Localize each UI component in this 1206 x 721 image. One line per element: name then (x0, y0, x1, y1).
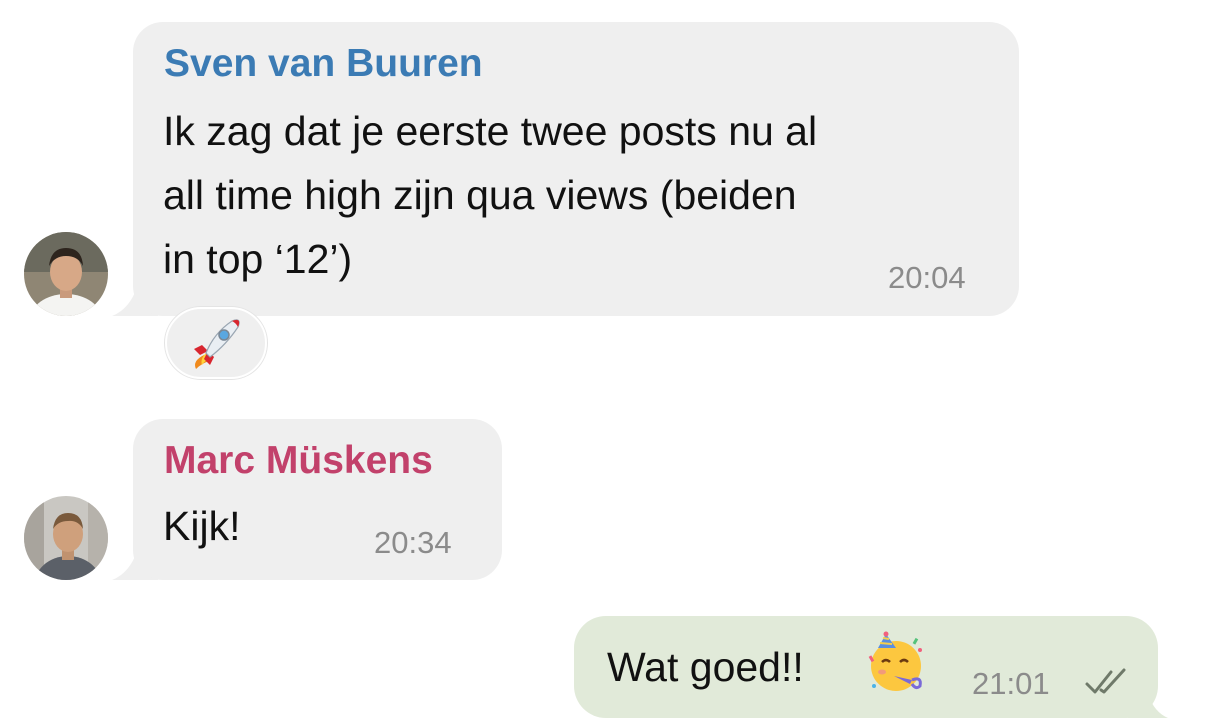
message-bubble[interactable]: Marc Müskens Kijk! 20:34 (133, 419, 502, 580)
rocket-emoji-icon (194, 319, 240, 369)
message-timestamp: 20:34 (374, 525, 452, 560)
message-line: Ik zag dat je eerste twee posts nu al (163, 108, 818, 154)
message-line: all time high zijn qua views (beiden (163, 172, 797, 218)
message-text: Wat goed!! (607, 644, 804, 690)
chat-view: Sven van Buuren Ik zag dat je eerste twe… (0, 0, 1206, 721)
avatar[interactable] (24, 232, 108, 316)
partying-face-emoji-icon (868, 631, 922, 691)
message-line: in top ‘12’) (163, 236, 353, 282)
reaction-badge[interactable] (165, 307, 267, 379)
outgoing-message-bubble[interactable]: Wat goed!! 21:01 (574, 616, 1158, 718)
double-check-icon (1085, 668, 1126, 694)
avatar[interactable] (24, 496, 108, 580)
sender-name[interactable]: Sven van Buuren (164, 42, 483, 86)
message-timestamp: 20:04 (888, 260, 966, 295)
sender-name[interactable]: Marc Müskens (164, 439, 433, 483)
message-bubble[interactable]: Sven van Buuren Ik zag dat je eerste twe… (133, 22, 1019, 316)
message-timestamp: 21:01 (972, 666, 1050, 701)
message-line: Kijk! (163, 503, 241, 549)
